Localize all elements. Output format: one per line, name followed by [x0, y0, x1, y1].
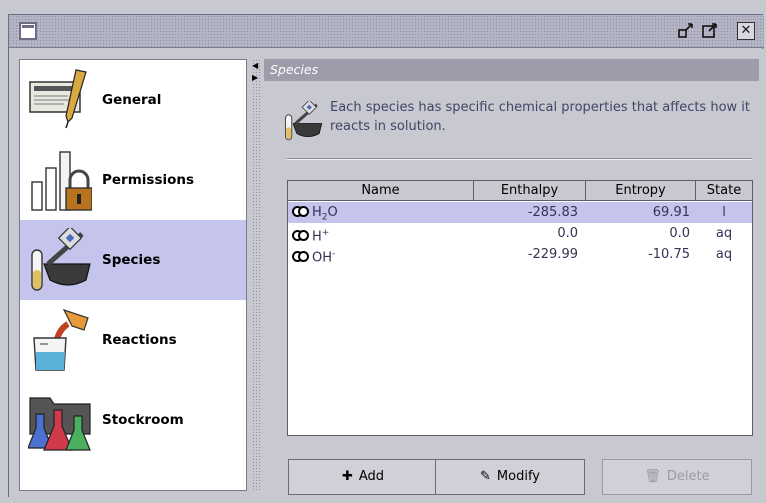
sidebar-item-species[interactable]: Species	[20, 220, 246, 300]
species-formula: OH	[312, 250, 333, 266]
species-molecule-icon	[292, 230, 309, 242]
species-formula-tail: O	[327, 205, 338, 220]
species-formula-superscript: -	[332, 249, 336, 259]
pencil-icon: ✎	[480, 469, 491, 484]
sidebar-item-label: Species	[102, 252, 161, 268]
window-content: General Permissions Species Reactions St…	[9, 49, 764, 498]
bar-chart-lock-icon	[31, 151, 92, 211]
species-name-cell: H+	[292, 223, 472, 244]
sidebar-item-permissions[interactable]: Permissions	[20, 140, 246, 220]
species-panel: Species Each species has specific chemic…	[264, 59, 759, 495]
enthalpy-cell: 0.0	[557, 226, 578, 241]
species-name-cell: H2O	[292, 202, 472, 223]
separator	[287, 158, 752, 160]
sidebar-item-label: Stockroom	[102, 412, 184, 428]
column-header-name[interactable]: Name	[288, 181, 474, 200]
panel-title: Species	[264, 59, 759, 81]
enthalpy-cell: -285.83	[527, 205, 578, 220]
sidebar-item-general[interactable]: General	[20, 60, 246, 140]
entropy-cell: 69.91	[652, 205, 690, 220]
beaker-pour-icon	[33, 308, 89, 371]
species-formula: H	[312, 205, 322, 220]
delete-button[interactable]: 🗑 Delete	[602, 459, 752, 495]
state-cell: aq	[715, 226, 733, 241]
sidebar-item-label: Reactions	[102, 332, 177, 348]
modify-button-label: Modify	[496, 469, 540, 484]
species-formula-superscript: +	[321, 228, 330, 238]
add-button-label: Add	[358, 469, 385, 484]
category-list: General Permissions Species Reactions St…	[19, 59, 247, 491]
table-header: Name Enthalpy Entropy State	[288, 181, 752, 201]
modify-button[interactable]: ✎ Modify	[435, 459, 585, 495]
sidebar-item-reactions[interactable]: Reactions	[20, 300, 246, 380]
certificate-pen-icon	[29, 69, 87, 129]
trash-icon: 🗑	[644, 469, 661, 484]
table-row[interactable]: H2O -285.83 69.91 l	[288, 202, 752, 223]
species-table[interactable]: Name Enthalpy Entropy State H2O -285.83 …	[287, 180, 753, 436]
title-bar[interactable]: ✕	[9, 15, 764, 48]
sidebar-item-stockroom[interactable]: Stockroom	[20, 380, 246, 460]
enthalpy-cell: -229.99	[527, 247, 578, 262]
table-row[interactable]: OH- -229.99 -10.75 aq	[288, 244, 752, 265]
minimize-icon[interactable]	[677, 22, 695, 40]
species-name-cell: OH-	[292, 244, 472, 265]
add-button[interactable]: ✚ Add	[288, 459, 438, 495]
state-cell: l	[722, 205, 726, 220]
species-molecule-icon	[292, 206, 309, 217]
mortar-test-tube-icon	[31, 228, 91, 291]
collapse-left-icon[interactable]: ◀	[252, 61, 260, 71]
flasks-folder-icon	[28, 397, 91, 451]
species-molecule-icon	[292, 251, 309, 263]
table-row[interactable]: H+ 0.0 0.0 aq	[288, 223, 752, 244]
window-menu-icon[interactable]	[19, 22, 37, 40]
mortar-test-tube-icon	[285, 101, 323, 141]
column-header-state[interactable]: State	[696, 181, 752, 200]
collapse-right-icon[interactable]: ▶	[252, 73, 260, 83]
sidebar-item-label: Permissions	[102, 172, 195, 188]
close-icon[interactable]: ✕	[737, 22, 755, 40]
column-header-enthalpy[interactable]: Enthalpy	[474, 181, 586, 200]
maximize-icon[interactable]	[701, 22, 719, 40]
delete-button-label: Delete	[666, 469, 710, 484]
split-pane-divider[interactable]	[252, 59, 260, 491]
species-formula: H	[312, 229, 322, 245]
state-cell: aq	[715, 247, 733, 262]
column-header-entropy[interactable]: Entropy	[586, 181, 696, 200]
plus-icon: ✚	[341, 469, 353, 484]
species-window: ✕ General Permissions Species Reactions …	[8, 14, 764, 498]
sidebar-item-label: General	[102, 92, 162, 108]
entropy-cell: -10.75	[648, 247, 690, 262]
panel-description: Each species has specific chemical prope…	[330, 100, 751, 134]
entropy-cell: 0.0	[669, 226, 690, 241]
